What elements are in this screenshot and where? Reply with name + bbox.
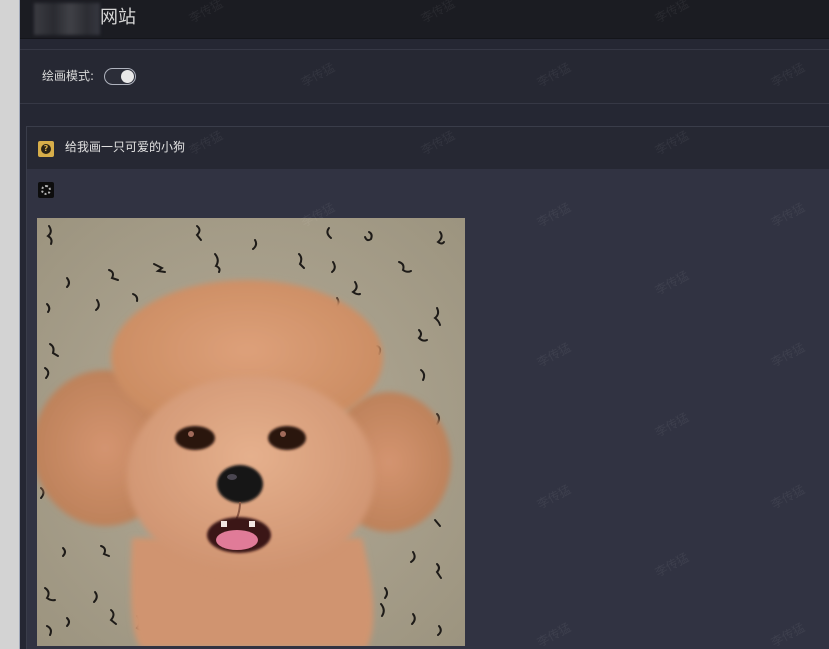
site-title: 网站 <box>100 7 136 28</box>
user-message-text: 给我画一只可爱的小狗 <box>65 140 186 154</box>
blurred-logo <box>34 3 100 35</box>
generated-dog-image[interactable] <box>37 218 465 646</box>
top-bar: 网站 <box>20 0 829 39</box>
user-message-row: ? 给我画一只可爱的小狗 <box>27 127 829 169</box>
divider <box>20 103 829 104</box>
bot-message-row <box>27 169 829 649</box>
drawing-mode-toggle[interactable] <box>104 68 136 85</box>
chat-app: 网站 绘画模式: ? 给我画一只可爱的小狗 <box>20 0 829 649</box>
drawing-mode-label: 绘画模式: <box>42 69 95 83</box>
question-icon: ? <box>38 141 54 157</box>
left-window-strip <box>0 0 20 649</box>
toggle-knob <box>121 70 134 83</box>
drawing-mode-row: 绘画模式: <box>20 50 829 103</box>
chatgpt-logo-icon <box>38 182 54 198</box>
chat-area: ? 给我画一只可爱的小狗 <box>26 126 829 649</box>
